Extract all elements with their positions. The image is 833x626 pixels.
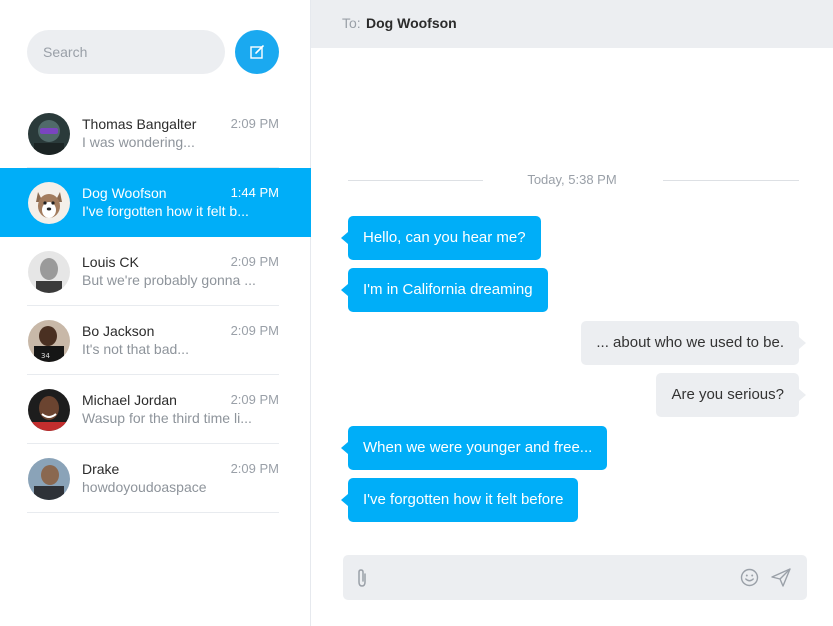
avatar <box>28 182 70 224</box>
paperclip-icon[interactable] <box>355 568 369 588</box>
conversation-item[interactable]: Drake 2:09 PM howdoyoudoaspace <box>0 444 311 513</box>
message-time: 2:09 PM <box>230 392 279 407</box>
message-preview: I've forgotten how it felt b... <box>82 203 249 219</box>
conversation-item[interactable]: 34 Bo Jackson 2:09 PM It's not that bad.… <box>0 306 311 375</box>
conversation-list: Thomas Bangalter 2:09 PM I was wondering… <box>0 99 311 513</box>
message-time: 2:09 PM <box>230 461 279 476</box>
avatar: 34 <box>28 320 70 362</box>
message-bubble-sent: Hello, can you hear me? <box>341 216 541 260</box>
message-time: 2:09 PM <box>230 116 279 131</box>
conversation-item[interactable]: Thomas Bangalter 2:09 PM I was wondering… <box>0 99 311 168</box>
message-preview: I was wondering... <box>82 134 195 150</box>
avatar <box>28 251 70 293</box>
message-time: 1:44 PM <box>230 185 279 200</box>
message-composer <box>343 555 807 600</box>
chat-panel: To: Dog Woofson Today, 5:38 PM Hello, ca… <box>311 0 833 626</box>
message-time: 2:09 PM <box>230 254 279 269</box>
contact-name: Louis CK <box>82 254 139 270</box>
contact-name: Michael Jordan <box>82 392 177 408</box>
emoji-icon[interactable] <box>740 568 759 587</box>
compose-button[interactable] <box>235 30 279 74</box>
message-bubble-sent: I'm in California dreaming <box>341 268 548 312</box>
messenger-app: Thomas Bangalter 2:09 PM I was wondering… <box>0 0 833 626</box>
message-preview: Wasup for the third time li... <box>82 410 252 426</box>
svg-text:34: 34 <box>41 352 50 360</box>
avatar <box>28 458 70 500</box>
message-preview: But we're probably gonna ... <box>82 272 256 288</box>
message-bubble-sent: When we were younger and free... <box>340 426 608 470</box>
conversation-item-active[interactable]: Dog Woofson 1:44 PM I've forgotten how i… <box>0 168 311 237</box>
conversation-item[interactable]: Louis CK 2:09 PM But we're probably gonn… <box>0 237 311 306</box>
message-preview: It's not that bad... <box>82 341 189 357</box>
send-icon[interactable] <box>771 568 791 587</box>
sidebar: Thomas Bangalter 2:09 PM I was wondering… <box>0 0 311 626</box>
search-input[interactable] <box>27 30 225 74</box>
contact-name: Thomas Bangalter <box>82 116 197 132</box>
avatar <box>28 113 70 155</box>
date-divider-line-right <box>663 180 799 181</box>
message-preview: howdoyoudoaspace <box>82 479 207 495</box>
contact-name: Bo Jackson <box>82 323 155 339</box>
to-label: To: <box>342 15 361 31</box>
contact-name: Dog Woofson <box>82 185 167 201</box>
message-bubble-received: ... about who we used to be. <box>581 321 806 365</box>
avatar <box>28 389 70 431</box>
message-input[interactable] <box>379 555 729 600</box>
message-bubble-sent: I've forgotten how it felt before <box>340 478 579 522</box>
recipient-name: Dog Woofson <box>366 15 457 31</box>
contact-name: Drake <box>82 461 120 477</box>
chat-header: To: Dog Woofson <box>311 0 833 48</box>
message-bubble-received: Are you serious? <box>656 373 806 417</box>
conversation-item[interactable]: Michael Jordan 2:09 PM Wasup for the thi… <box>0 375 311 444</box>
message-time: 2:09 PM <box>230 323 279 338</box>
compose-icon <box>250 45 264 59</box>
